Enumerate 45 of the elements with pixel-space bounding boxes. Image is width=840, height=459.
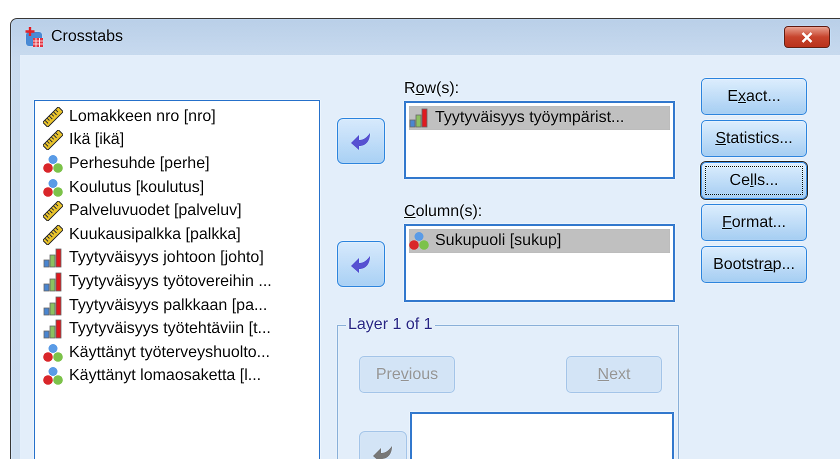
- target-list[interactable]: Sukupuoli [sukup]: [404, 224, 675, 302]
- arrow-icon: [372, 445, 394, 459]
- variable-item[interactable]: Kuukausipalkka [palkka]: [43, 222, 319, 247]
- variable-item[interactable]: Perhesuhde [perhe]: [43, 152, 319, 176]
- list-label: Column(s):: [404, 203, 484, 221]
- table-icon: [23, 26, 45, 48]
- target-list[interactable]: Tyytyväisyys työympärist...: [404, 101, 675, 179]
- bar-chart-icon: [43, 296, 63, 316]
- move-button[interactable]: [337, 118, 385, 164]
- variable-item[interactable]: Tyytyväisyys palkkaan [pa...: [43, 294, 319, 318]
- variable-item[interactable]: Tyytyväisyys työtehtäviin [t...: [43, 317, 319, 341]
- bar-chart-icon: [43, 319, 63, 340]
- window-title: Crosstabs: [51, 28, 124, 46]
- bar-chart-icon: [43, 272, 63, 292]
- close-button[interactable]: [784, 26, 830, 48]
- list-label: Row(s):: [404, 80, 460, 98]
- three-balls-icon: [43, 342, 63, 363]
- group-title: Layer 1 of 1: [346, 316, 434, 334]
- variable-item[interactable]: Tyytyväisyys työympärist...: [409, 106, 670, 130]
- variable-item[interactable]: Palveluvuodet [palveluv]: [43, 199, 319, 223]
- variable-item[interactable]: Tyytyväisyys työtovereihin ...: [43, 270, 319, 294]
- three-balls-icon: [43, 154, 63, 174]
- close-icon: [801, 32, 813, 42]
- move-button[interactable]: [337, 241, 385, 287]
- variable-item[interactable]: Lomakkeen nro [nro]: [43, 105, 319, 129]
- three-balls-icon: [43, 178, 63, 198]
- dialog-button[interactable]: Format...: [701, 204, 807, 241]
- variable-item[interactable]: Ikä [ikä]: [43, 128, 319, 152]
- three-balls-icon: [43, 366, 63, 386]
- variable-item[interactable]: Käyttänyt työterveyshuolto...: [43, 340, 319, 365]
- arrow-icon: [350, 132, 372, 150]
- layer-list[interactable]: [410, 412, 674, 459]
- variable-item[interactable]: Tyytyväisyys johtoon [johto]: [43, 246, 319, 270]
- dialog-button[interactable]: Exact...: [701, 78, 807, 115]
- variable-list[interactable]: [34, 100, 320, 459]
- bar-chart-icon: [409, 108, 429, 128]
- bar-chart-icon: [43, 248, 63, 268]
- variable-item[interactable]: Koulutus [koulutus]: [43, 176, 319, 200]
- three-balls-icon: [409, 230, 429, 251]
- dialog-button[interactable]: Bootstrap...: [701, 246, 807, 283]
- arrow-icon: [350, 255, 372, 273]
- variable-item[interactable]: Käyttänyt lomaosaketta [l...: [43, 364, 319, 388]
- dialog-button[interactable]: Cells...: [701, 162, 807, 199]
- dialog-button[interactable]: Statistics...: [701, 120, 807, 157]
- variable-item[interactable]: Sukupuoli [sukup]: [409, 229, 670, 253]
